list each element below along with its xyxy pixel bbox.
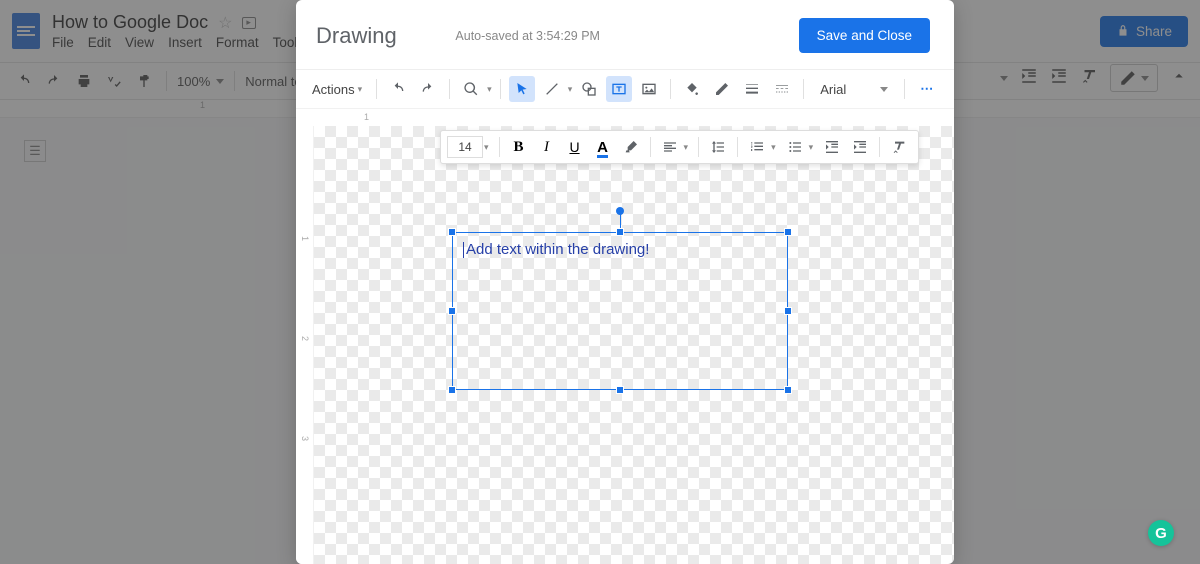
grammarly-icon[interactable]: G xyxy=(1148,520,1174,546)
resize-handle-mb[interactable] xyxy=(616,386,624,394)
autosave-status: Auto-saved at 3:54:29 PM xyxy=(455,29,600,43)
align-dropdown-icon[interactable]: ▾ xyxy=(684,142,689,153)
horizontal-ruler: 1 xyxy=(296,108,954,126)
highlight-color-icon[interactable] xyxy=(618,134,644,160)
vruler-label: 2 xyxy=(300,336,310,341)
undo-icon[interactable] xyxy=(385,76,411,102)
italic-button[interactable]: I xyxy=(534,134,560,160)
text-caret xyxy=(463,242,464,258)
resize-handle-mt[interactable] xyxy=(616,228,624,236)
indent-decrease-icon[interactable] xyxy=(819,134,845,160)
border-dash-icon[interactable] xyxy=(769,76,795,102)
vruler-label: 3 xyxy=(300,436,310,441)
drawing-modal: Drawing Auto-saved at 3:54:29 PM Save an… xyxy=(296,0,954,564)
ruler-label: 1 xyxy=(364,112,369,122)
underline-button[interactable]: U xyxy=(562,134,588,160)
drawing-title: Drawing xyxy=(316,23,397,49)
resize-handle-tr[interactable] xyxy=(784,228,792,236)
vertical-ruler: 1 2 3 xyxy=(296,126,314,564)
vruler-label: 1 xyxy=(300,236,310,241)
line-spacing-icon[interactable] xyxy=(705,134,731,160)
shape-tool-icon[interactable] xyxy=(576,76,602,102)
border-color-icon[interactable] xyxy=(709,76,735,102)
indent-increase-icon[interactable] xyxy=(847,134,873,160)
rotate-handle[interactable] xyxy=(616,207,624,215)
bulleted-list-icon[interactable] xyxy=(782,134,808,160)
bold-button[interactable]: B xyxy=(506,134,532,160)
zoom-dropdown-icon[interactable]: ▾ xyxy=(487,84,492,95)
image-tool-icon[interactable] xyxy=(636,76,662,102)
bulleted-list-dropdown-icon[interactable]: ▾ xyxy=(809,142,814,153)
select-tool-icon[interactable] xyxy=(509,76,535,102)
save-and-close-button[interactable]: Save and Close xyxy=(799,18,930,53)
zoom-icon[interactable] xyxy=(458,76,484,102)
resize-handle-tl[interactable] xyxy=(448,228,456,236)
font-size-input[interactable]: 14 xyxy=(447,136,483,158)
actions-dropdown[interactable]: Actions▾ xyxy=(306,78,368,101)
drawing-canvas[interactable]: 14▾ B I U A ▾ ▾ ▾ xyxy=(314,126,954,564)
border-weight-icon[interactable] xyxy=(739,76,765,102)
line-tool-icon[interactable] xyxy=(539,76,565,102)
numbered-list-dropdown-icon[interactable]: ▾ xyxy=(771,142,776,153)
align-icon[interactable] xyxy=(657,134,683,160)
text-color-icon[interactable]: A xyxy=(597,139,608,156)
clear-formatting-icon[interactable] xyxy=(886,134,912,160)
text-content: Add text within the drawing! xyxy=(466,241,649,258)
font-size-dropdown-icon[interactable]: ▾ xyxy=(484,142,489,153)
resize-handle-bl[interactable] xyxy=(448,386,456,394)
text-box-content[interactable]: Add text within the drawing! xyxy=(453,233,787,266)
numbered-list-icon[interactable] xyxy=(744,134,770,160)
resize-handle-br[interactable] xyxy=(784,386,792,394)
text-box[interactable]: Add text within the drawing! xyxy=(452,232,788,390)
text-format-toolbar: 14▾ B I U A ▾ ▾ ▾ xyxy=(440,130,919,164)
redo-icon[interactable] xyxy=(415,76,441,102)
line-dropdown-icon[interactable]: ▾ xyxy=(568,84,573,95)
drawing-toolbar: Actions▾ ▾ ▾ Arial ⋯ xyxy=(296,70,954,108)
textbox-tool-icon[interactable] xyxy=(606,76,632,102)
resize-handle-mr[interactable] xyxy=(784,307,792,315)
font-family-value: Arial xyxy=(820,82,846,97)
actions-label: Actions xyxy=(312,82,355,97)
more-options-icon[interactable]: ⋯ xyxy=(913,78,941,100)
fill-color-icon[interactable] xyxy=(679,76,705,102)
resize-handle-ml[interactable] xyxy=(448,307,456,315)
font-family-dropdown[interactable]: Arial xyxy=(812,82,896,97)
